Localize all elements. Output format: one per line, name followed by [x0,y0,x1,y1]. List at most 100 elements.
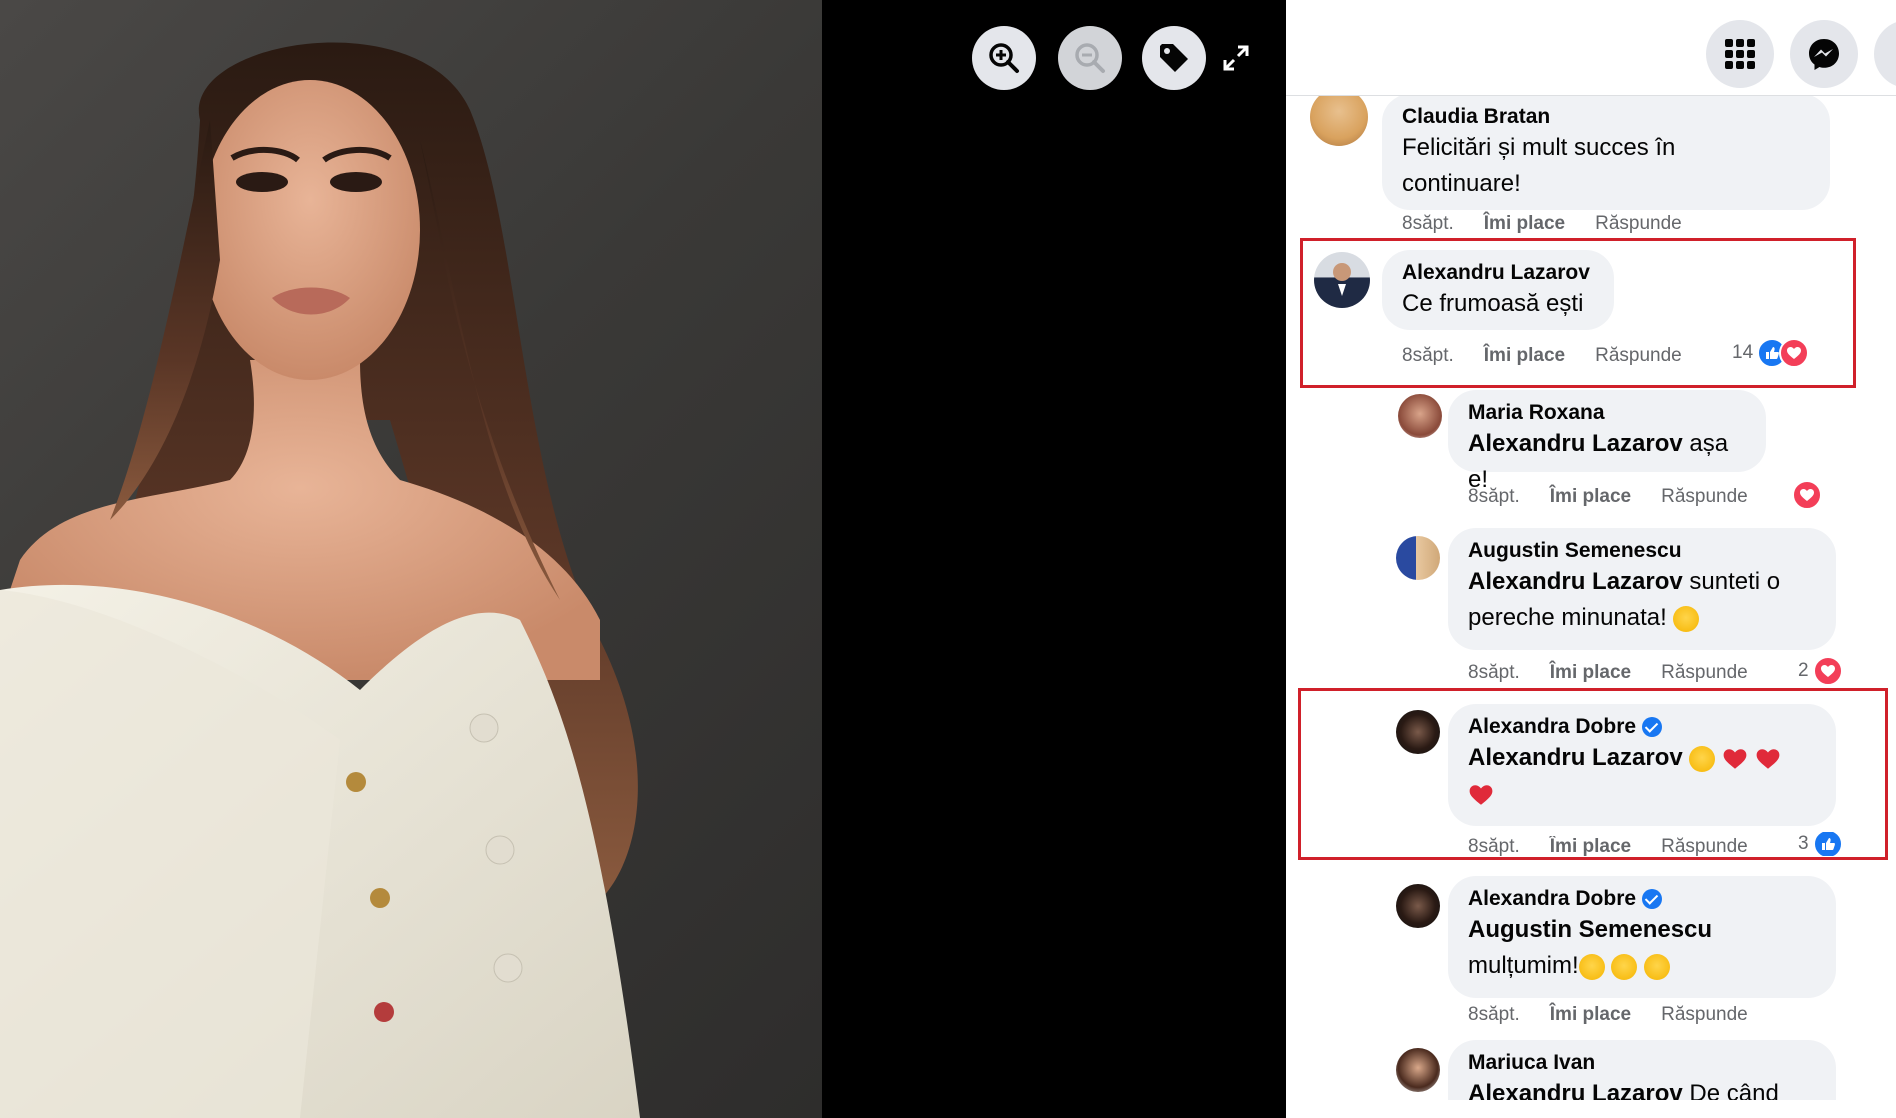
reaction-summary[interactable]: 14 [1732,338,1810,368]
reply-link[interactable]: Răspunde [1661,662,1748,684]
comment-author[interactable]: Alexandra Dobre [1468,886,1816,912]
avatar[interactable] [1398,394,1442,438]
fullscreen-button[interactable] [1214,36,1258,80]
red-heart-emoji-icon [1756,748,1780,769]
author-name[interactable]: Alexandra Dobre [1468,714,1636,740]
comment-actions: 8săpt. Îmi place Răspunde [1468,1004,1748,1026]
avatar[interactable] [1396,884,1440,928]
top-navigation [1286,0,1896,96]
notifications-button[interactable] [1874,20,1896,88]
mention-link[interactable]: Augustin Semenescu [1468,916,1712,943]
comment-actions: 8săpt. Îmi place Răspunde [1402,345,1682,367]
comment-text: Alexandru Lazarov sunteti o [1468,564,1816,600]
avatar[interactable] [1314,252,1370,308]
emoji-icon [1689,745,1716,772]
reply-link[interactable]: Răspunde [1661,836,1748,856]
comment-time[interactable]: 8săpt. [1468,1004,1520,1026]
like-reaction-icon [1812,832,1843,856]
like-link[interactable]: Îmi place [1484,345,1565,367]
like-link[interactable]: Îmi place [1550,662,1631,684]
like-link[interactable]: Îmi place [1484,213,1565,235]
comment-text: Ce frumoasă ești [1402,290,1584,317]
comment-text-line: continuare! [1402,170,1521,197]
comment-text-line [1468,776,1816,812]
comment-author[interactable]: Alexandru Lazarov [1402,260,1594,286]
reaction-summary[interactable] [1792,480,1822,510]
avatar-person-icon [1333,263,1351,296]
photo[interactable] [0,0,822,1118]
comment-time[interactable]: 8săpt. [1468,662,1520,684]
comment-text-rest: sunteti o [1682,568,1781,595]
verified-badge-icon [1642,717,1663,737]
reply-clip: Mariuca Ivan Alexandru Lazarov De când [1448,1040,1836,1100]
like-link[interactable]: Îmi place [1550,1004,1631,1026]
reply-link[interactable]: Răspunde [1661,486,1748,508]
like-link[interactable]: Îmi place [1550,836,1631,856]
mention-link[interactable]: Alexandru Lazarov [1468,1080,1683,1100]
comment-author[interactable]: Mariuca Ivan [1468,1050,1816,1076]
comment-text-line: mulțumim! [1468,948,1816,984]
mention-link[interactable]: Alexandru Lazarov [1468,430,1683,457]
comment-time[interactable]: 8săpt. [1468,836,1520,856]
hearts-face-emoji-icon [1673,605,1700,632]
zoom-in-icon [989,43,1019,73]
reply-bubble: Alexandra Dobre Augustin Semenescu mulțu… [1448,876,1836,998]
reply-bubble: Alexandra Dobre Alexandru Lazarov [1448,704,1836,826]
comment-bubble: Alexandru Lazarov Ce frumoasă ești [1382,250,1614,330]
comment-author[interactable]: Augustin Semenescu [1468,538,1816,564]
comment-text: Alexandru Lazarov De când [1468,1076,1816,1100]
messenger-button[interactable] [1790,20,1858,88]
tag-button[interactable] [1142,26,1206,90]
reply-bubble: Augustin Semenescu Alexandru Lazarov sun… [1448,528,1836,650]
avatar[interactable] [1396,1048,1440,1092]
comment-text-rest: De când [1682,1080,1779,1100]
tag-icon [1160,44,1188,72]
zoom-out-button[interactable] [1058,26,1122,90]
reply-bubble: Maria Roxana Alexandru Lazarov așa e! [1448,390,1766,493]
comment-actions: 8săpt. Îmi place Răspunde [1468,836,1748,856]
messenger-icon [1809,39,1839,70]
comment-author[interactable]: Claudia Bratan [1402,104,1810,130]
comment-time[interactable]: 8săpt. [1402,345,1454,367]
comment-text: Augustin Semenescu [1468,912,1816,948]
avatar[interactable] [1396,710,1440,754]
comment-author[interactable]: Alexandra Dobre [1468,714,1816,740]
red-heart-emoji-icon [1723,748,1747,769]
love-reaction-icon [1779,338,1810,368]
smile-emoji-icon [1578,953,1605,980]
comment-bubble: Claudia Bratan Felicitări și mult succes… [1382,94,1830,210]
red-heart-emoji-icon [1469,784,1493,805]
photo-viewer [0,0,1286,1118]
zoom-out-icon [1075,43,1105,73]
reaction-summary[interactable]: 3 [1798,832,1843,856]
comment-text-rest: mulțumim! [1468,952,1579,979]
mention-link[interactable]: Alexandru Lazarov [1468,744,1683,771]
reply-link[interactable]: Răspunde [1661,1004,1748,1026]
menu-button[interactable] [1706,20,1774,88]
comment-text: Alexandru Lazarov [1468,740,1816,776]
reply-bubble: Mariuca Ivan Alexandru Lazarov De când [1448,1040,1836,1100]
author-name[interactable]: Alexandra Dobre [1468,886,1636,912]
grid-menu-icon [1725,39,1755,69]
comment-time[interactable]: 8săpt. [1402,213,1454,235]
woman-portrait-image [0,42,640,1118]
verified-badge-icon [1642,889,1663,909]
smile-emoji-icon [1644,953,1671,980]
reply-link[interactable]: Răspunde [1595,213,1682,235]
comment-text-line: pereche minunata! [1468,600,1816,636]
love-reaction-icon [1792,480,1822,510]
reaction-count: 3 [1798,833,1809,854]
reaction-summary[interactable]: 2 [1798,656,1843,686]
avatar[interactable] [1396,536,1440,580]
reaction-count: 2 [1798,660,1809,681]
comment-actions: 8săpt. Îmi place Răspunde [1468,662,1748,684]
zoom-in-button[interactable] [972,26,1036,90]
mention-link[interactable]: Alexandru Lazarov [1468,568,1683,595]
comments-panel: Claudia Bratan Felicitări și mult succes… [1286,0,1896,1118]
smile-emoji-icon [1611,953,1638,980]
avatar[interactable] [1310,88,1368,146]
reply-link[interactable]: Răspunde [1595,345,1682,367]
comment-time[interactable]: 8săpt. [1468,486,1520,508]
like-link[interactable]: Îmi place [1550,486,1631,508]
comment-author[interactable]: Maria Roxana [1468,400,1746,426]
